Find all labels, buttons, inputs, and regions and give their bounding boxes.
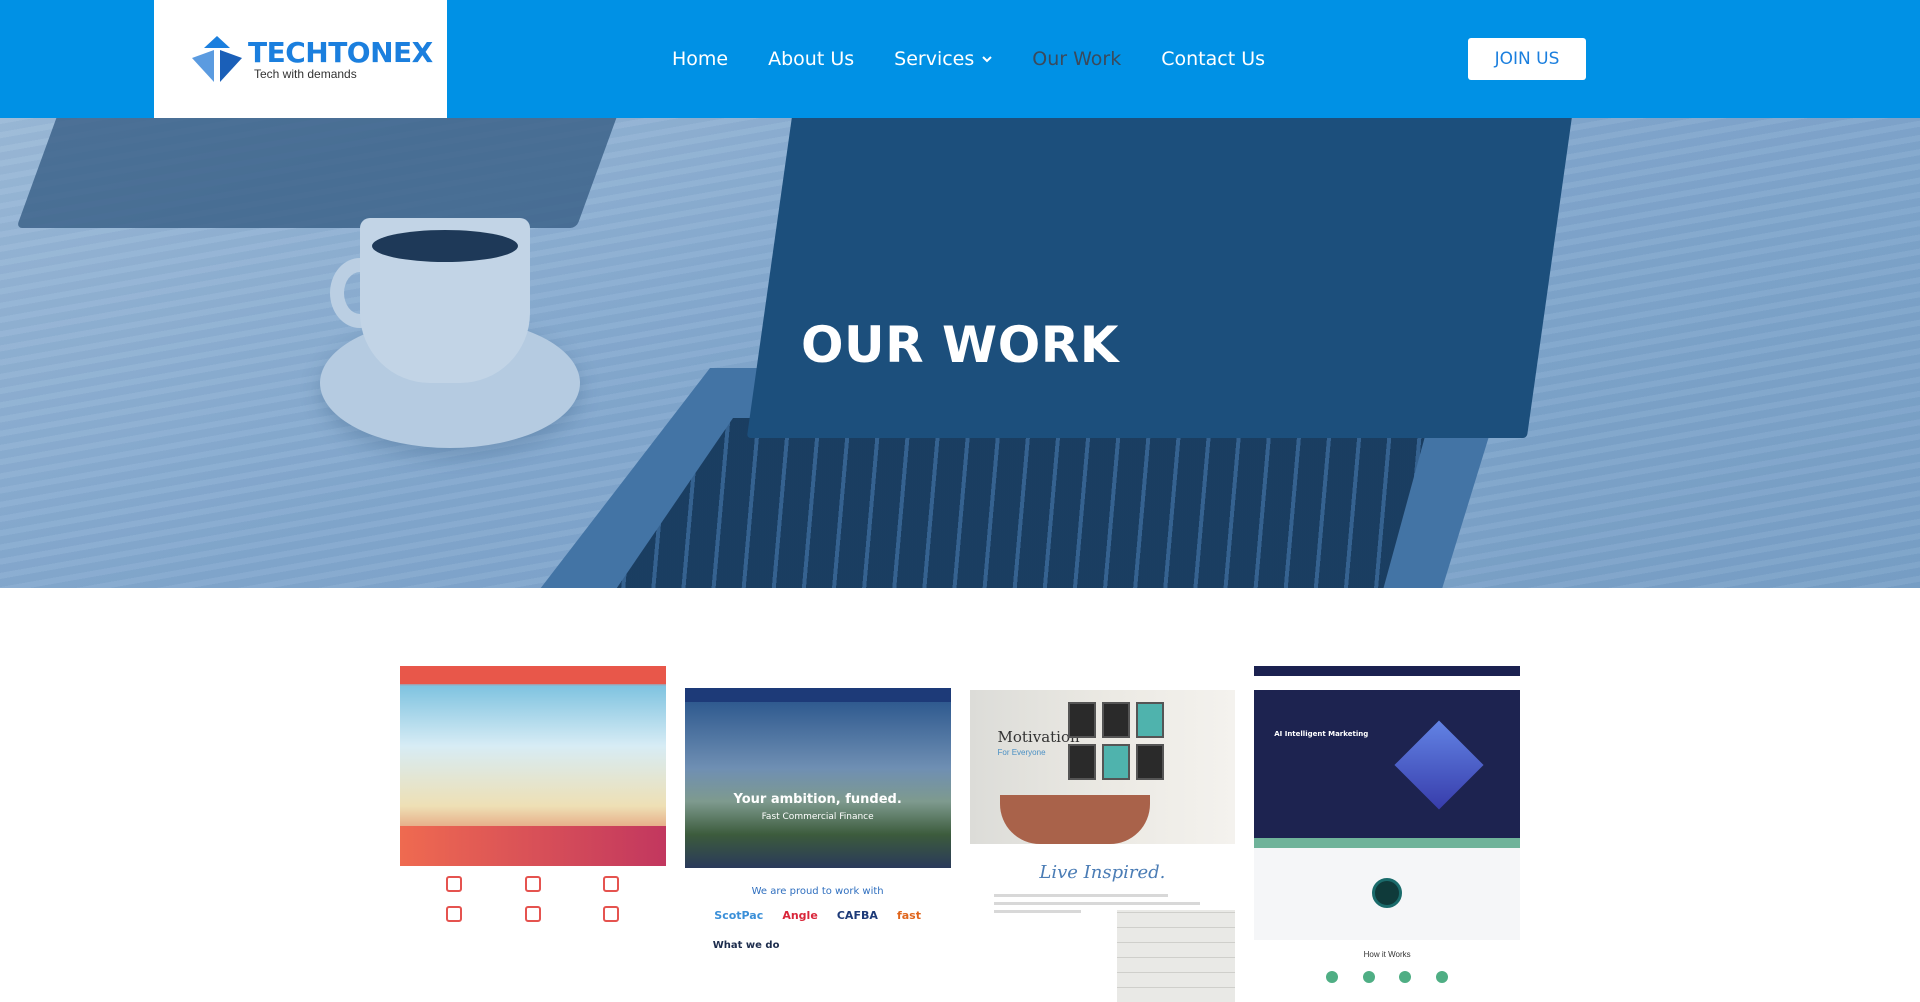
logo-mark-icon [192,36,242,82]
card-screenshot: Your ambition, funded. Fast Commercial F… [684,702,951,868]
card-section-heading: How it Works [1363,950,1411,959]
car-icon [524,876,541,892]
plant-icon [1435,971,1448,983]
nav-contact-us[interactable]: Contact Us [1161,48,1265,70]
chart-icon [1399,971,1412,983]
card-screenshot: Motivation For Everyone [969,690,1236,844]
document-icon [524,906,541,922]
lotus-icon [603,906,620,922]
portfolio-card-nero[interactable]: Your ambition, funded. Fast Commercial F… [684,666,951,1002]
bulb-icon [1362,971,1375,983]
card-band [1254,838,1520,848]
card-partners-heading: We are proud to work with [751,886,884,897]
card-tagline: Live Inspired. [1039,862,1166,883]
card-screenshot: AI Intelligent Marketing [1254,690,1520,838]
brain-icon [1372,878,1403,908]
card-step-icons [1254,971,1520,983]
card-screenshot [400,666,666,866]
partner-logo: CAFBA [836,909,878,922]
page-title: OUR WORK [801,316,1119,374]
logo[interactable]: TECHTONEX Tech with demands [154,0,447,118]
nav-about-us[interactable]: About Us [768,48,854,70]
main-nav: Home About Us Services Our Work Contact … [672,0,1305,118]
card-top-bar [969,666,1236,690]
portfolio-card-waters-wisdoms[interactable]: Motivation For Everyone Live Inspired. [969,666,1236,1002]
portfolio-grid: Your ambition, funded. Fast Commercial F… [400,666,1520,1002]
card-top-bar [684,666,951,688]
card-top-bar [1254,666,1520,676]
house-icon [446,876,463,892]
site-header: TECHTONEX Tech with demands Home About U… [0,0,1920,118]
join-us-button[interactable]: JOIN US [1468,38,1586,80]
nav-services-label: Services [894,48,975,70]
card-partner-logos: ScotPac Angle CAFBA fast [685,909,951,922]
card-frames [1067,702,1164,780]
portfolio-card-business-flap[interactable]: AI Intelligent Marketing How it Works [1254,666,1520,1002]
card-feature-icons [400,866,666,932]
card-section-heading: What we do [712,940,780,951]
isometric-illustration [1394,720,1484,810]
nav-home[interactable]: Home [672,48,728,70]
hero-banner: OUR WORK [0,118,1920,588]
nav-services[interactable]: Services [894,48,992,70]
bathtub-image [999,795,1150,844]
card-nav-strip [684,688,951,702]
card-hero-text: AI Intelligent Marketing [1274,730,1369,738]
partner-logo: ScotPac [714,909,764,922]
brand-name: TECHTONEX [248,35,433,69]
partner-logo: Angle [782,909,818,922]
card-nav-strip [400,666,666,684]
briefcase-icon [603,876,620,892]
tile-photo-image [1117,910,1236,1002]
partner-logo: fast [896,909,921,922]
card-hero-sub: For Everyone [997,748,1046,757]
portfolio-card-smartplus[interactable] [400,666,666,1002]
swap-icon [446,906,463,922]
nav-our-work[interactable]: Our Work [1032,48,1121,70]
chevron-down-icon [982,56,992,63]
brand-tagline: Tech with demands [254,66,357,81]
card-hero-band [400,826,666,866]
card-diagram [1254,848,1520,940]
gear-icon [1326,971,1339,983]
card-subline: Fast Commercial Finance [761,812,874,822]
card-headline: Your ambition, funded. [733,792,902,807]
card-nav-strip [1254,676,1520,690]
